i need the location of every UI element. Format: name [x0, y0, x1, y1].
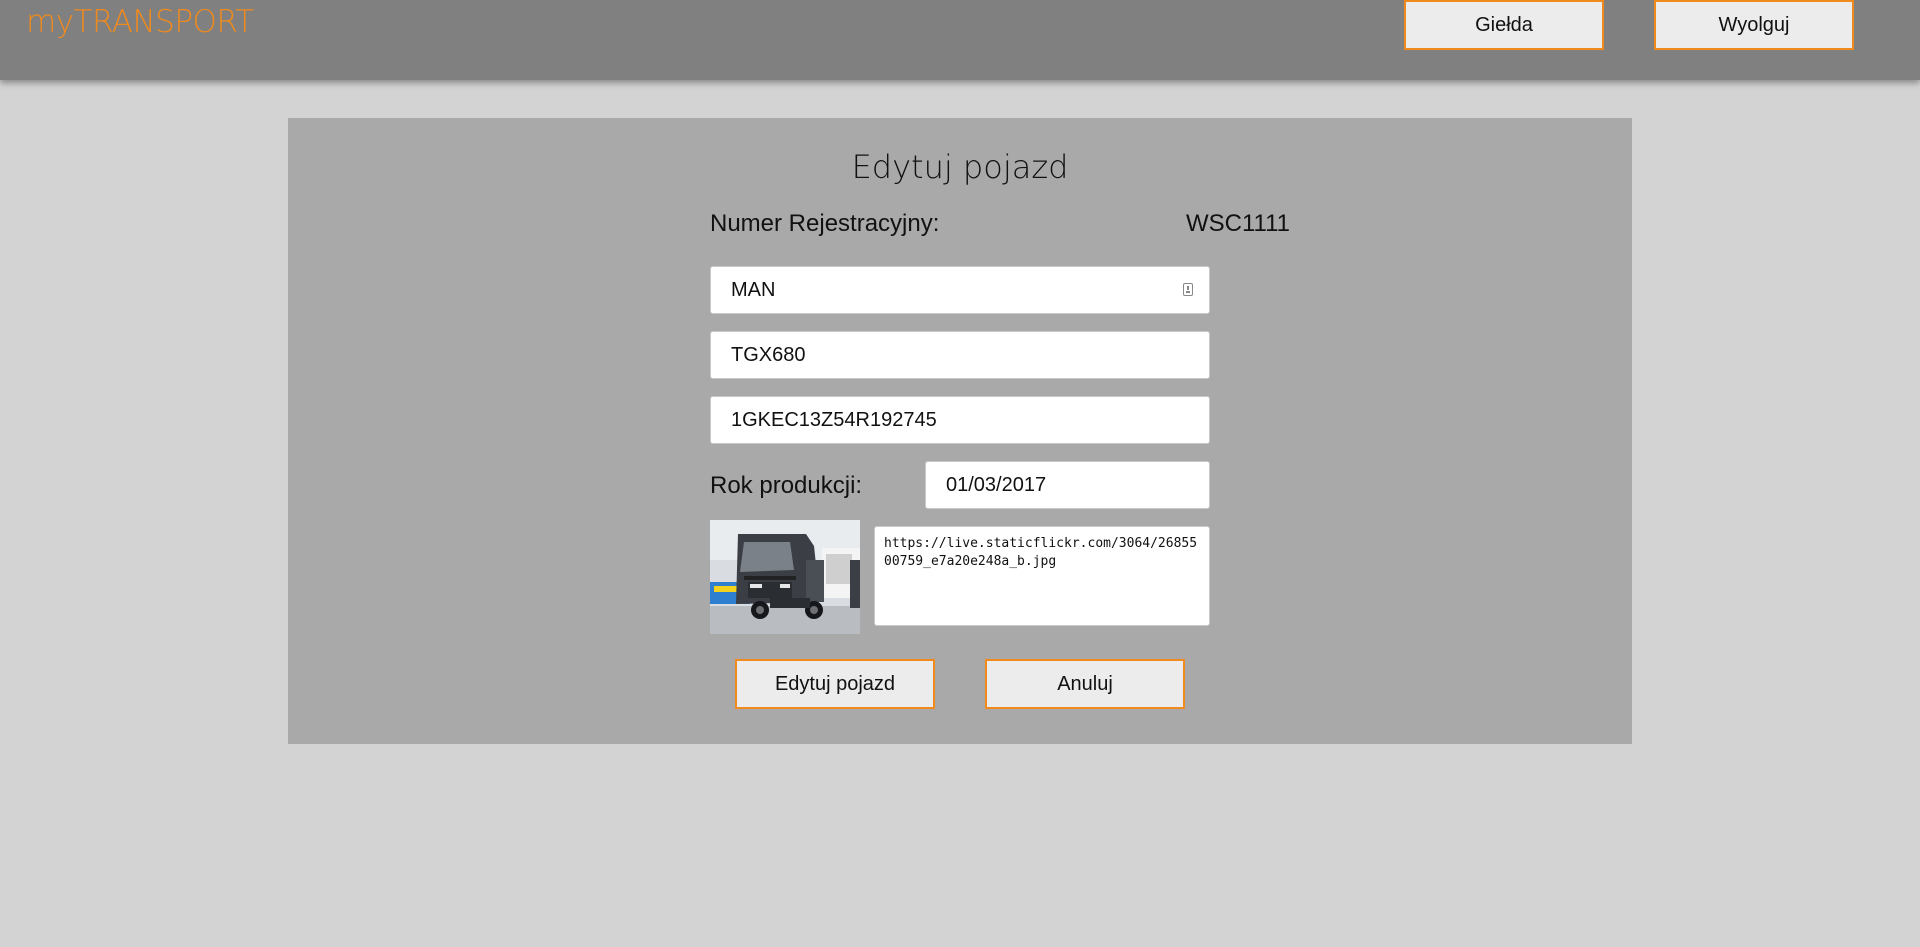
vin-input[interactable] — [710, 396, 1210, 444]
production-year-label: Rok produkcji: — [710, 472, 863, 499]
model-input[interactable] — [710, 331, 1210, 379]
logout-button[interactable]: Wyolguj — [1654, 0, 1854, 50]
page-title: Edytuj pojazd — [851, 148, 1069, 186]
edit-vehicle-button[interactable]: Edytuj pojazd — [735, 659, 935, 709]
image-url-textarea[interactable]: https://live.staticflickr.com/3064/26855… — [874, 526, 1210, 626]
truck-photo-illustration — [710, 520, 860, 634]
gielda-button[interactable]: Giełda — [1404, 0, 1604, 50]
brand-input[interactable] — [710, 266, 1210, 314]
brand-logo[interactable]: myTRANSPORT — [26, 4, 254, 40]
autofill-contact-icon[interactable] — [1183, 283, 1193, 296]
production-year-date-input[interactable] — [925, 461, 1210, 509]
top-navigation-bar: myTRANSPORT Giełda Wyolguj — [0, 0, 1920, 80]
vehicle-photo — [710, 520, 860, 634]
registration-label: Numer Rejestracyjny: — [710, 210, 940, 237]
registration-value: WSC1111 — [1185, 210, 1290, 237]
cancel-button[interactable]: Anuluj — [985, 659, 1185, 709]
edit-vehicle-panel: Edytuj pojazd Numer Rejestracyjny: WSC11… — [288, 118, 1632, 744]
